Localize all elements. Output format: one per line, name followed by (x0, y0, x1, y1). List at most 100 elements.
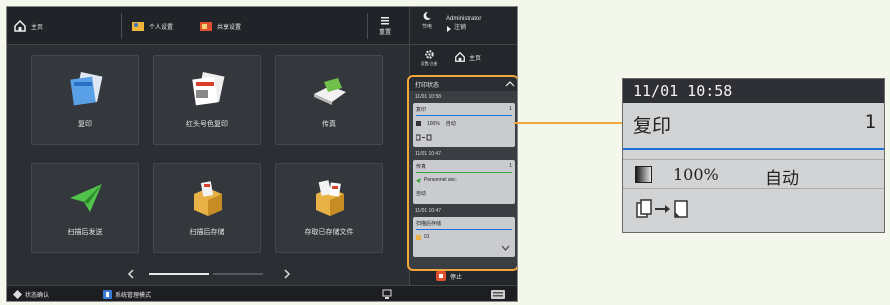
system-manager-label: 系统管理模式 (115, 293, 152, 299)
zoom-settings-row: 100% 自动 (623, 159, 884, 189)
callout-connector (514, 122, 622, 124)
status-check-label: 状态确认 (25, 293, 50, 299)
personal-settings-button[interactable]: 个人设置 (131, 7, 173, 45)
tile-access-stored-files[interactable]: 存取已存储文件 (275, 163, 383, 253)
shared-settings-button[interactable]: 共享设置 (199, 7, 241, 45)
zoom-time: 11/01 10:58 (623, 79, 884, 103)
status-check-button[interactable]: 状态确认 (13, 290, 49, 299)
home-button[interactable]: 主页 (13, 7, 43, 45)
user-name: Administrator (446, 16, 482, 22)
color-mode-icon (635, 166, 652, 183)
user-area: 节电 Administrator 注销 (410, 7, 517, 45)
home-icon (14, 19, 26, 32)
job-3-name: 扫描后存储 (416, 221, 442, 227)
job-2[interactable]: 传真 1 Personnel sec. 自动 (413, 160, 515, 204)
zoom-ratio: 100% (673, 165, 719, 184)
top-bar: 主页 个人设置 共享设置 重置 (7, 7, 409, 45)
job-3-time: 11/01 10:47 (415, 208, 442, 214)
chevron-right-icon[interactable] (284, 269, 291, 279)
job-3-detail: 01 (424, 234, 430, 240)
box-icon (416, 234, 421, 240)
keyboard-icon[interactable] (491, 290, 505, 299)
job-2-mode: 自动 (416, 191, 427, 197)
settings-label: 设置/注册 (420, 61, 438, 66)
tile-color-copy[interactable]: 红头号色复印 (153, 55, 261, 145)
copy-icon (70, 71, 103, 106)
job-1-count: 1 (509, 106, 512, 112)
chevron-left-icon[interactable] (127, 269, 134, 279)
personal-settings-icon (132, 22, 144, 31)
tile-copy-label: 复印 (78, 121, 92, 128)
zoom-panel: 11/01 10:58 复印 1 100% 自动 (622, 78, 885, 233)
tile-fax[interactable]: 传真 (275, 55, 383, 145)
color-copy-icon (192, 71, 225, 106)
status-bar: 状态确认 系统管理模式 (7, 285, 517, 301)
settings-button[interactable]: 设置/注册 (416, 49, 442, 71)
stored-files-icon (316, 180, 344, 216)
logout-label: 注销 (454, 25, 467, 31)
tile-copy[interactable]: 复印 (31, 55, 139, 145)
user-info: Administrator 注销 (446, 15, 481, 33)
tile-scan-store-label: 扫描后存储 (189, 229, 225, 236)
storage-box-icon (194, 181, 222, 216)
status-icon (13, 290, 22, 299)
status-monitor[interactable]: 打印状态 11/01 10:58 复印 1 100% 自动 11/01 10:4… (407, 75, 517, 271)
sleep-label: 节电 (421, 24, 432, 30)
sleep-button[interactable]: 节电 (416, 11, 438, 41)
job-2-count: 1 (509, 163, 512, 169)
gear-icon (424, 50, 434, 59)
home-label: 主页 (31, 24, 44, 31)
job-3[interactable]: 扫描后存储 01 (413, 217, 515, 257)
job-1-time: 11/01 10:58 (415, 94, 442, 100)
reset-icon (381, 17, 389, 25)
page-dot-active (149, 273, 209, 275)
figure: 主页 个人设置 共享设置 重置 复印 红头号色复印 传真 扫描后发送 扫描后存储… (0, 0, 890, 305)
system-manager-mode[interactable]: 系统管理模式 (103, 290, 151, 299)
stop-button[interactable]: 停止 (436, 271, 462, 281)
fax-icon (314, 78, 346, 105)
page-dot (213, 273, 263, 275)
moon-icon (423, 11, 431, 20)
admin-mode-icon (103, 290, 112, 299)
color-mode-icon (416, 121, 421, 126)
logout-icon (447, 25, 451, 32)
tile-scan-store[interactable]: 扫描后存储 (153, 163, 261, 253)
chevron-up-icon[interactable] (505, 80, 515, 87)
job-3-detail-row: 01 (416, 234, 512, 240)
send-plane-icon (70, 184, 102, 212)
tile-scan-send[interactable]: 扫描后发送 (31, 163, 139, 253)
job-1-mode: 自动 (445, 121, 456, 127)
network-icon[interactable] (381, 289, 393, 300)
page-indicator (127, 265, 297, 283)
job-2-recipient: Personnel sec. (424, 177, 458, 183)
stop-icon (436, 271, 446, 281)
zoom-job-name: 复印 (633, 116, 672, 137)
chevron-down-icon[interactable] (501, 245, 510, 251)
personal-settings-label: 个人设置 (149, 24, 174, 31)
monitor-header: 打印状态 (409, 77, 517, 91)
logout-button[interactable]: 注销 (446, 24, 481, 33)
duplex-icon (636, 199, 688, 218)
tile-access-stored-files-label: 存取已存储文件 (304, 229, 354, 236)
function-grid: 复印 红头号色复印 传真 扫描后发送 扫描后存储 存取已存储文件 (31, 55, 383, 255)
recipient-icon (416, 177, 421, 183)
duplex-icon (416, 134, 432, 141)
home-icon (455, 51, 465, 62)
job-1-settings: 100% 自动 (416, 120, 512, 127)
tile-scan-send-label: 扫描后发送 (67, 229, 103, 236)
stop-label: 停止 (450, 274, 463, 281)
zoom-job-count: 1 (864, 111, 876, 133)
reset-label: 重置 (379, 30, 392, 36)
tile-color-copy-label: 红头号色复印 (186, 121, 228, 128)
tile-fax-label: 传真 (322, 121, 336, 128)
job-2-recipient-row: Personnel sec. (416, 177, 512, 183)
job-2-time: 11/01 10:47 (415, 151, 442, 157)
zoom-job-row: 复印 1 (623, 109, 884, 137)
shared-settings-icon (200, 22, 212, 31)
side-home-button[interactable]: 主页 (454, 51, 481, 63)
job-1[interactable]: 复印 1 100% 自动 (413, 103, 515, 147)
shared-settings-label: 共享设置 (217, 24, 242, 31)
job-1-ratio: 100% (427, 120, 440, 127)
reset-button[interactable]: 重置 (379, 7, 391, 45)
zoom-mode: 自动 (765, 169, 799, 188)
